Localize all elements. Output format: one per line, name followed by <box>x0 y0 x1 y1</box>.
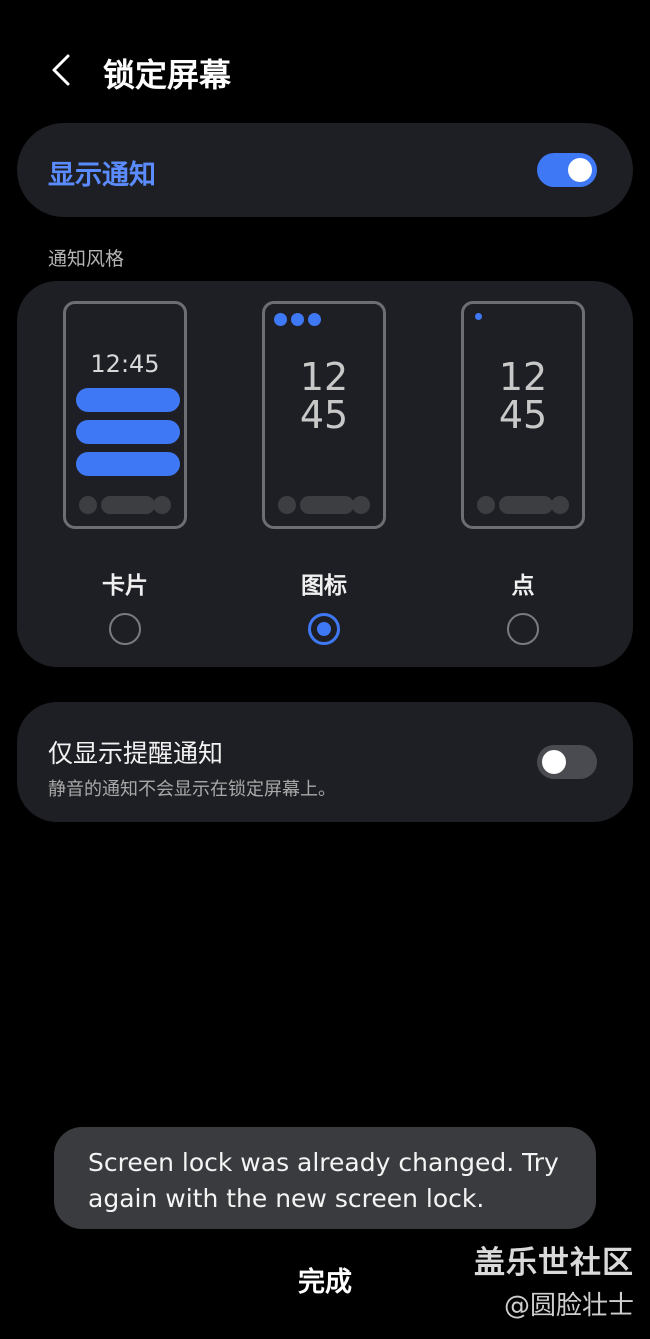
style-option-label: 卡片 <box>102 573 148 599</box>
alert-only-toggle[interactable] <box>537 745 597 779</box>
toggle-knob <box>568 158 592 182</box>
style-option-icon[interactable]: 12 45 图标 <box>218 281 418 667</box>
style-option-label: 图标 <box>301 573 347 599</box>
notification-style-card: 12:45 卡片 12 45 图标 12 45 点 <box>17 281 633 667</box>
style-option-label: 点 <box>511 573 535 599</box>
alert-only-title: 仅显示提醒通知 <box>48 739 224 768</box>
page-title: 锁定屏幕 <box>103 56 232 94</box>
preview-bottom-bar <box>265 496 383 516</box>
style-radio-card[interactable] <box>109 613 141 645</box>
show-notifications-toggle[interactable] <box>537 153 597 187</box>
preview-notification-pill <box>76 452 180 476</box>
top-app-bar: 锁定屏幕 <box>0 40 650 100</box>
notification-style-heading: 通知风格 <box>48 248 125 270</box>
show-notifications-row[interactable]: 显示通知 <box>17 123 633 217</box>
style-radio-dot[interactable] <box>507 613 539 645</box>
preview-clock: 12 45 <box>299 355 349 437</box>
preview-notification-pill <box>76 420 180 444</box>
dot-style-preview: 12 45 <box>461 301 585 529</box>
toast-message: Screen lock was already changed. Try aga… <box>54 1127 596 1229</box>
toggle-knob <box>542 750 566 774</box>
back-button[interactable] <box>44 48 84 92</box>
icon-style-preview: 12 45 <box>262 301 386 529</box>
style-option-card[interactable]: 12:45 卡片 <box>19 281 219 667</box>
preview-clock: 12:45 <box>90 350 160 378</box>
preview-notification-pill <box>76 388 180 412</box>
preview-bottom-bar <box>464 496 582 516</box>
show-notifications-label: 显示通知 <box>48 160 156 191</box>
watermark-title: 盖乐世社区 <box>474 1245 634 1281</box>
alert-only-subtitle: 静音的通知不会显示在锁定屏幕上。 <box>48 779 336 800</box>
watermark-author: @圆脸壮士 <box>503 1291 634 1321</box>
style-radio-icon[interactable] <box>308 613 340 645</box>
alert-only-row[interactable]: 仅显示提醒通知 静音的通知不会显示在锁定屏幕上。 <box>17 702 633 822</box>
preview-bottom-bar <box>66 496 184 516</box>
preview-notification-icons <box>274 313 321 326</box>
style-option-dot[interactable]: 12 45 点 <box>417 281 617 667</box>
chevron-left-icon <box>52 54 70 86</box>
card-style-preview: 12:45 <box>63 301 187 529</box>
preview-notification-dot <box>475 313 482 320</box>
preview-clock: 12 45 <box>498 355 548 437</box>
